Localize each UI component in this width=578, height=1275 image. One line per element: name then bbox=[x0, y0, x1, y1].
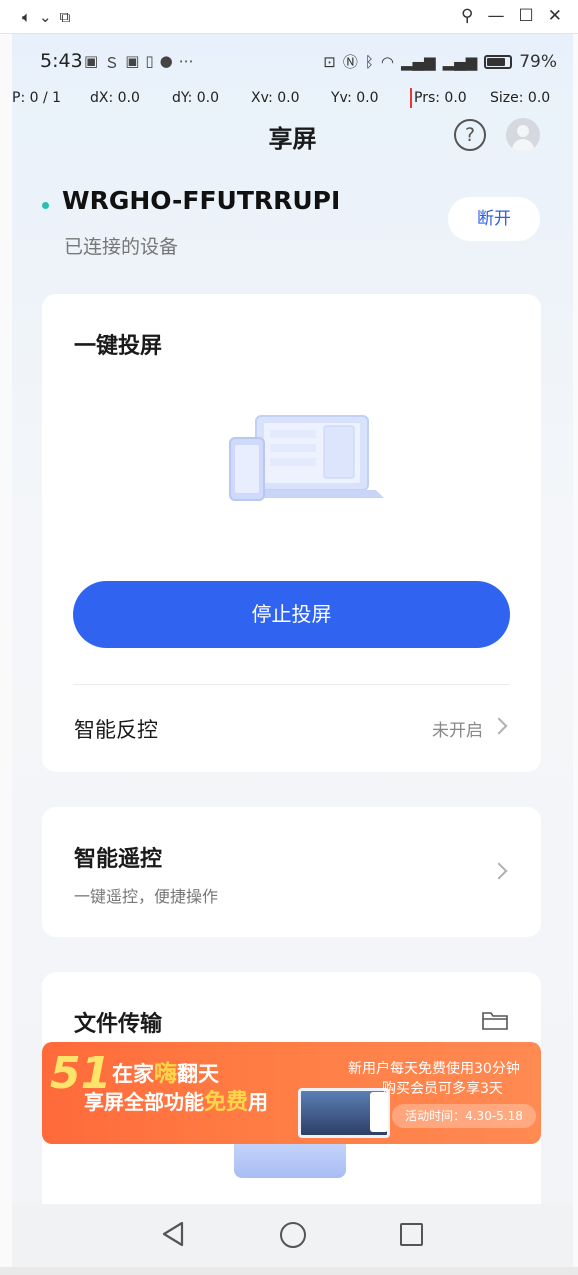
cast-card-title: 一键投屏 bbox=[74, 334, 163, 359]
debug-dx: dX: 0.0 bbox=[90, 90, 140, 106]
signal-icon: ▂▄▆ bbox=[400, 52, 436, 71]
close-icon[interactable]: ✕ bbox=[548, 6, 562, 26]
screen-share-icon[interactable]: ⧉ bbox=[60, 8, 71, 26]
cast-card: 一键投屏 停止投屏 智能反控 未开启 bbox=[42, 294, 541, 772]
background-left-edge bbox=[0, 34, 12, 1275]
debug-yv: Yv: 0.0 bbox=[331, 90, 379, 106]
file-transfer-illustration bbox=[234, 1142, 346, 1178]
banner-date-pill: 活动时间：4.30-5.18 bbox=[392, 1104, 536, 1128]
nfc-icon: Ⓝ bbox=[342, 53, 358, 71]
banner-line2-text: 享屏全部功能 bbox=[84, 1090, 204, 1114]
wifi-icon: ◠ bbox=[380, 52, 394, 71]
app-icon: ● bbox=[159, 52, 173, 70]
device-status-label: 已连接的设备 bbox=[64, 236, 179, 258]
pin-icon[interactable]: ⚲ bbox=[461, 6, 473, 26]
sim-icon: ▯ bbox=[145, 52, 154, 70]
chevron-right-icon[interactable] bbox=[490, 717, 508, 735]
connected-status-dot bbox=[42, 202, 49, 209]
help-icon[interactable]: ? bbox=[454, 119, 486, 151]
remote-card-title: 智能遥控 bbox=[74, 847, 163, 872]
device-name: WRGHO-FFUTRRUPI bbox=[62, 186, 341, 215]
window-titlebar: 🔈︎ ⌄ ⧉ ⚲ — ☐ ✕ bbox=[0, 0, 578, 34]
remote-control-card[interactable]: 智能遥控 一键遥控，便捷操作 bbox=[42, 807, 541, 937]
stop-casting-button[interactable]: 停止投屏 bbox=[73, 581, 510, 648]
chevron-right-icon[interactable] bbox=[490, 862, 508, 880]
disconnect-button[interactable]: 断开 bbox=[448, 197, 540, 241]
banner-line2-text: 用 bbox=[248, 1090, 269, 1114]
smart-control-label[interactable]: 智能反控 bbox=[74, 714, 158, 744]
s-icon: Ｓ bbox=[104, 54, 120, 72]
banner-line1-text: 翻天 bbox=[177, 1062, 219, 1086]
pointer-debug-bar: P: 0 / 1 dX: 0.0 dY: 0.0 Xv: 0.0 Yv: 0.0… bbox=[12, 87, 573, 111]
debug-pressure: Prs: 0.0 bbox=[414, 90, 467, 106]
chevron-down-icon[interactable]: ⌄ bbox=[39, 8, 52, 26]
debug-size: Size: 0.0 bbox=[490, 90, 551, 106]
card-divider bbox=[73, 684, 510, 685]
app-window: 🔈︎ ⌄ ⧉ ⚲ — ☐ ✕ 5:43 ▣ Ｓ ▣ ▯ ● ⋯ ⊡ Ⓝ ᛒ ◠ … bbox=[0, 0, 578, 1275]
cast-icon: ⊡ bbox=[323, 52, 336, 71]
notification-icon: ▣ bbox=[125, 52, 140, 70]
debug-pressure-marker bbox=[410, 88, 412, 108]
page-title: 享屏 bbox=[268, 125, 317, 153]
volume-icon[interactable]: 🔈︎ bbox=[22, 8, 31, 26]
battery-icon bbox=[484, 54, 513, 69]
debug-xv: Xv: 0.0 bbox=[251, 90, 300, 106]
bluetooth-icon: ᛒ bbox=[364, 52, 374, 71]
notification-icon: ▣ bbox=[84, 52, 99, 70]
status-time: 5:43 bbox=[40, 50, 83, 72]
recent-apps-icon[interactable] bbox=[400, 1223, 423, 1246]
back-icon[interactable] bbox=[160, 1220, 186, 1248]
banner-line1-text: 在家 bbox=[112, 1062, 154, 1086]
banner-offer-text: 新用户每天免费使用30分钟 bbox=[348, 1061, 520, 1077]
banner-member-text: 购买会员可多享3天 bbox=[382, 1081, 503, 1097]
system-navigation-bar bbox=[12, 1204, 573, 1267]
home-icon[interactable] bbox=[280, 1222, 306, 1248]
debug-pointer-count: P: 0 / 1 bbox=[12, 90, 62, 106]
status-bar: 5:43 ▣ Ｓ ▣ ▯ ● ⋯ ⊡ Ⓝ ᛒ ◠ ▂▄▆ ▂▄▆ 79% bbox=[12, 44, 573, 80]
phone-screen: 5:43 ▣ Ｓ ▣ ▯ ● ⋯ ⊡ Ⓝ ᛒ ◠ ▂▄▆ ▂▄▆ 79% P: … bbox=[12, 34, 573, 1267]
file-card-title: 文件传输 bbox=[74, 1012, 163, 1037]
banner-phone-image bbox=[370, 1092, 388, 1132]
maximize-icon[interactable]: ☐ bbox=[519, 6, 534, 26]
window-bottom-edge bbox=[0, 1267, 578, 1275]
signal-icon: ▂▄▆ bbox=[442, 52, 478, 71]
more-icon: ⋯ bbox=[178, 52, 194, 70]
remote-card-subtitle: 一键遥控，便捷操作 bbox=[74, 887, 219, 906]
avatar[interactable] bbox=[506, 118, 540, 152]
smart-control-status[interactable]: 未开启 bbox=[432, 716, 483, 741]
folder-icon[interactable] bbox=[482, 1010, 508, 1030]
battery-percentage: 79% bbox=[519, 51, 557, 72]
minimize-icon[interactable]: — bbox=[488, 6, 505, 26]
debug-dy: dY: 0.0 bbox=[172, 90, 220, 106]
screen-cast-illustration bbox=[229, 415, 384, 501]
promo-banner[interactable]: 51 在家嗨翻天 享屏全部功能免费用 新用户每天免费使用30分钟 购买会员可多享… bbox=[42, 1042, 541, 1144]
banner-line2-highlight: 免费 bbox=[204, 1090, 249, 1115]
